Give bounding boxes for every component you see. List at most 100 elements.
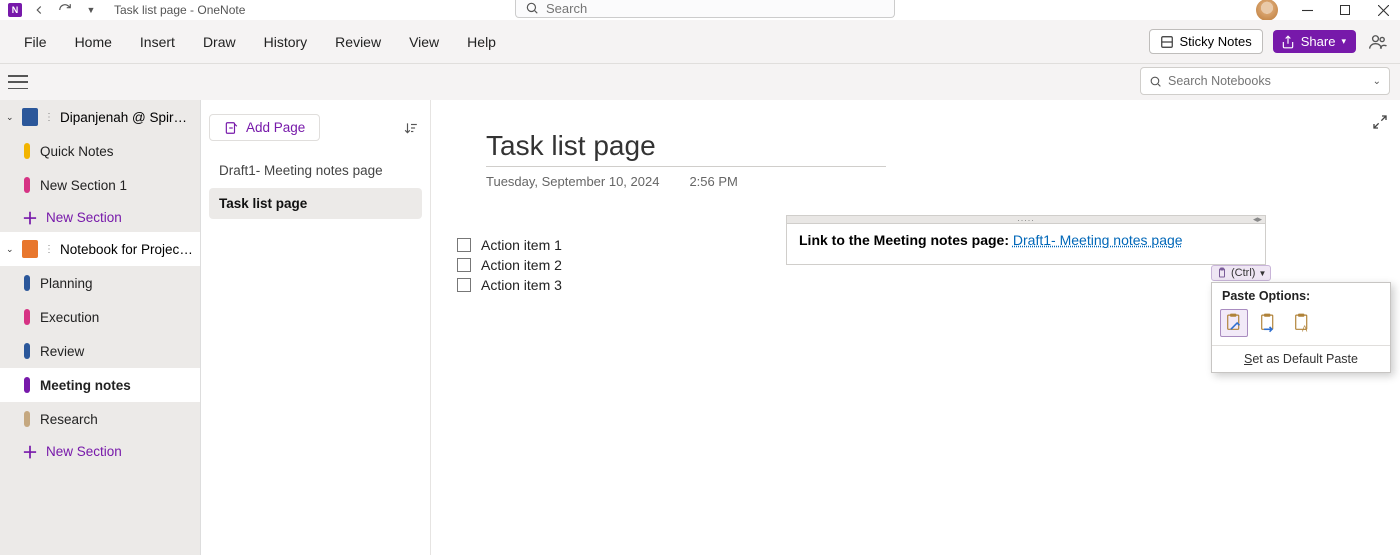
notebook-row[interactable]: ⌄ ⋮ Dipanjenah @ Spiral... [0, 100, 200, 134]
collapse-caret-icon[interactable]: ⌄ [6, 244, 16, 255]
section-label: New Section 1 [40, 178, 127, 193]
new-section-button[interactable]: ＋ New Section [0, 202, 200, 232]
new-section-label: New Section [46, 210, 122, 225]
menu-insert[interactable]: Insert [126, 28, 189, 56]
more-icon: ⋮ [44, 112, 54, 123]
clipboard-text-icon: A [1292, 312, 1312, 334]
page-title[interactable]: Task list page [486, 130, 886, 167]
section-row[interactable]: Execution [0, 300, 200, 334]
page-item[interactable]: Draft1- Meeting notes page [209, 155, 422, 186]
user-avatar[interactable] [1256, 0, 1278, 21]
paste-options-title: Paste Options: [1212, 283, 1390, 307]
clipboard-merge-icon [1258, 312, 1278, 334]
menu-review[interactable]: Review [321, 28, 395, 56]
section-row[interactable]: Meeting notes [0, 368, 200, 402]
add-page-button[interactable]: Add Page [209, 114, 320, 141]
share-caret-icon: ▾ [1341, 36, 1346, 47]
checkbox[interactable] [457, 278, 471, 292]
paste-merge-button[interactable] [1254, 309, 1282, 337]
menu-draw[interactable]: Draw [189, 28, 250, 56]
hamburger-icon[interactable] [8, 75, 28, 89]
search-icon [525, 1, 539, 15]
add-page-label: Add Page [246, 120, 305, 135]
section-row[interactable]: Planning [0, 266, 200, 300]
section-label: Quick Notes [40, 144, 114, 159]
paste-ctrl-badge[interactable]: (Ctrl) ▼ [1211, 265, 1271, 281]
section-label: Review [40, 344, 84, 359]
paste-options-menu: Paste Options: A Set as Default Paste [1211, 282, 1391, 373]
task-label[interactable]: Action item 3 [481, 277, 562, 293]
menu-home[interactable]: Home [61, 28, 126, 56]
page-list-panel: Add Page Draft1- Meeting notes page Task… [201, 100, 431, 555]
note-drag-handle[interactable]: ◂▸ [786, 215, 1266, 223]
section-color-icon [24, 143, 30, 159]
section-row[interactable]: New Section 1 [0, 168, 200, 202]
page-date: Tuesday, September 10, 2024 [486, 174, 659, 189]
section-label: Research [40, 412, 98, 427]
task-row[interactable]: Action item 3 [457, 275, 562, 295]
notebook-row[interactable]: ⌄ ⋮ Notebook for Project A [0, 232, 200, 266]
quick-access-dropdown-icon[interactable]: ▼ [82, 1, 100, 19]
sticky-note-icon [1160, 35, 1174, 49]
set-default-label: Set as Default Paste [1244, 352, 1358, 366]
menu-view[interactable]: View [395, 28, 453, 56]
section-row[interactable]: Research [0, 402, 200, 436]
page-canvas[interactable]: Task list page Tuesday, September 10, 20… [431, 100, 1400, 555]
maximize-button[interactable] [1336, 1, 1354, 19]
search-notebooks-caret-icon[interactable]: ⌄ [1373, 76, 1381, 87]
window-title: Task list page - OneNote [114, 3, 245, 17]
set-default-paste-button[interactable]: Set as Default Paste [1212, 346, 1390, 372]
menu-history[interactable]: History [250, 28, 322, 56]
page-item[interactable]: Task list page [209, 188, 422, 219]
ctrl-label: (Ctrl) [1231, 267, 1255, 279]
note-container[interactable]: ◂▸ Link to the Meeting notes page: Draft… [786, 215, 1266, 265]
sticky-notes-label: Sticky Notes [1180, 34, 1252, 49]
close-button[interactable] [1374, 1, 1392, 19]
task-row[interactable]: Action item 1 [457, 235, 562, 255]
section-color-icon [24, 343, 30, 359]
section-label: Execution [40, 310, 99, 325]
sticky-notes-button[interactable]: Sticky Notes [1149, 29, 1263, 54]
minimize-button[interactable] [1298, 1, 1316, 19]
resize-arrows-icon[interactable]: ◂▸ [1253, 214, 1262, 225]
new-section-button[interactable]: ＋ New Section [0, 436, 200, 466]
share-button[interactable]: Share ▾ [1273, 30, 1356, 53]
checkbox[interactable] [457, 238, 471, 252]
section-row[interactable]: Review [0, 334, 200, 368]
section-label: Meeting notes [40, 378, 131, 393]
notebook-icon [22, 108, 38, 126]
back-arrow-icon[interactable] [30, 1, 48, 19]
menu-help[interactable]: Help [453, 28, 510, 56]
paste-keep-source-button[interactable] [1220, 309, 1248, 337]
forward-arrow-icon[interactable] [56, 1, 74, 19]
notebook-icon [22, 240, 38, 258]
search-notebooks-input[interactable] [1162, 74, 1373, 88]
note-prefix: Link to the Meeting notes page: [799, 232, 1013, 248]
menu-file[interactable]: File [10, 28, 61, 56]
more-icon: ⋮ [44, 244, 54, 255]
add-page-icon [224, 121, 238, 135]
expand-icon[interactable] [1372, 114, 1388, 130]
share-label: Share [1301, 34, 1336, 49]
section-color-icon [24, 377, 30, 393]
search-notebooks-box[interactable]: ⌄ [1140, 67, 1390, 95]
checkbox[interactable] [457, 258, 471, 272]
meeting-notes-link[interactable]: Draft1- Meeting notes page [1013, 232, 1183, 248]
global-search-input[interactable] [515, 0, 895, 18]
task-label[interactable]: Action item 2 [481, 257, 562, 273]
task-label[interactable]: Action item 1 [481, 237, 562, 253]
clipboard-icon [1216, 267, 1228, 279]
search-icon [1149, 75, 1162, 88]
collapse-caret-icon[interactable]: ⌄ [6, 112, 16, 123]
svg-text:A: A [1302, 325, 1308, 334]
section-row[interactable]: Quick Notes [0, 134, 200, 168]
clipboard-keep-icon [1224, 312, 1244, 334]
note-body[interactable]: Link to the Meeting notes page: Draft1- … [786, 223, 1266, 265]
section-color-icon [24, 411, 30, 427]
paste-text-only-button[interactable]: A [1288, 309, 1316, 337]
task-row[interactable]: Action item 2 [457, 255, 562, 275]
people-icon[interactable] [1366, 30, 1390, 54]
section-color-icon [24, 177, 30, 193]
sort-pages-icon[interactable] [404, 121, 422, 135]
page-time: 2:56 PM [689, 174, 737, 189]
